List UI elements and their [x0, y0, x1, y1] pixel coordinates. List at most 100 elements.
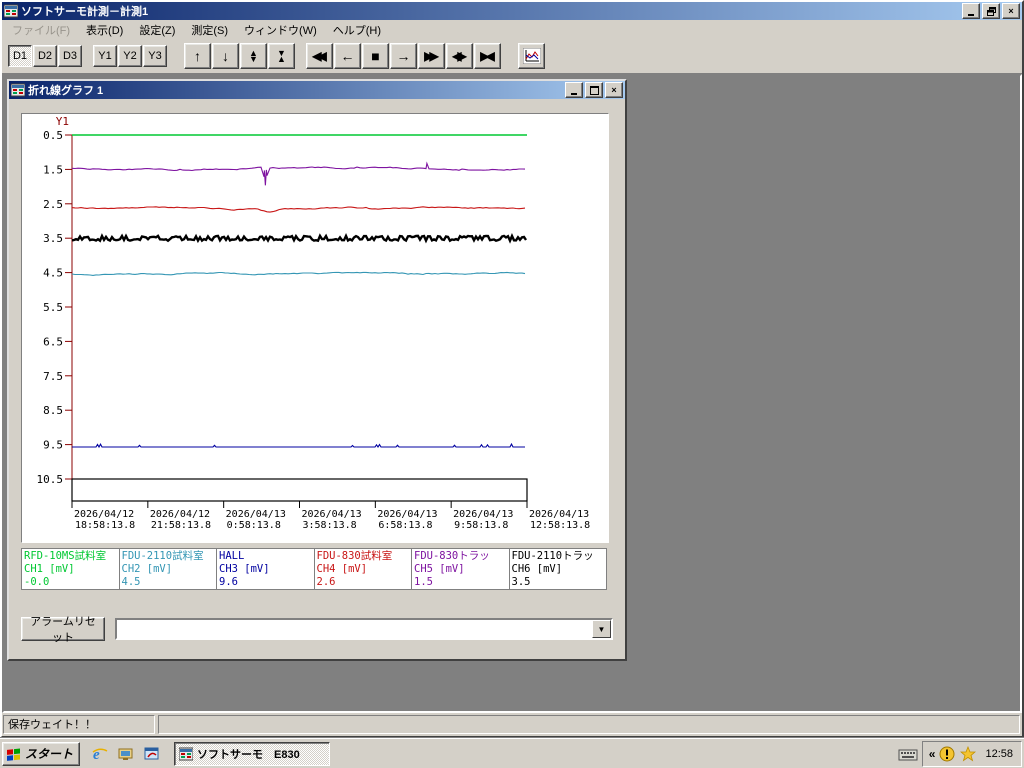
legend-cell-ch5: FDU-830トラッ CH5 [mV] 1.5	[411, 549, 509, 589]
shrink-horizontal-icon: ▶◀	[480, 49, 495, 63]
graph-close-button[interactable]: ×	[605, 82, 623, 98]
menu-view[interactable]: 表示(D)	[78, 20, 131, 40]
statusbar: 保存ウェイト！！	[2, 713, 1022, 736]
minimize-button[interactable]	[962, 3, 980, 19]
graph-window: 折れ線グラフ 1 × Y1 0.5 1.5 2.5 3.5 4.5 5.5 6.5 7.5 8.5…	[7, 79, 627, 661]
mdi-client-area: 折れ線グラフ 1 × Y1 0.5 1.5 2.5 3.5 4.5 5.5 6.5 7.5 8.5…	[2, 74, 1022, 713]
legend-cell-ch1: RFD-10MS試料室 CH1 [mV] -0.0	[24, 550, 107, 588]
svg-text:2.5: 2.5	[43, 198, 63, 211]
start-button[interactable]: スタート	[2, 741, 81, 766]
svg-text:6:58:13.8: 6:58:13.8	[378, 520, 432, 531]
app-icon	[4, 4, 18, 18]
task-app-icon	[179, 747, 194, 760]
step-forward-button[interactable]: →	[390, 43, 417, 69]
channel-legend: RFD-10MS試料室 CH1 [mV] -0.0 FDU-2110試料室 CH2 […	[21, 548, 607, 590]
fast-back-button[interactable]: ◀◀	[306, 43, 333, 69]
start-label: スタート	[25, 747, 74, 761]
security-alert-icon[interactable]	[939, 746, 955, 762]
y2-button[interactable]: Y2	[118, 45, 142, 67]
graph-close-icon: ×	[611, 84, 617, 95]
close-icon: ×	[1008, 5, 1014, 16]
close-button[interactable]: ×	[1002, 3, 1020, 19]
svg-text:6.5: 6.5	[43, 335, 63, 348]
scroll-down-icon: ↓	[222, 48, 229, 64]
svg-text:Y1: Y1	[56, 115, 69, 128]
menu-window[interactable]: ウィンドウ(W)	[236, 20, 325, 40]
svg-text:0:58:13.8: 0:58:13.8	[227, 520, 281, 531]
svg-text:2026/04/13: 2026/04/13	[226, 509, 286, 520]
quick-launch: e	[90, 744, 162, 764]
svg-text:1.5: 1.5	[43, 163, 63, 176]
taskbar: スタート e ソフトサーモ E830 « 12:58	[0, 738, 1024, 768]
menu-help[interactable]: ヘルプ(H)	[325, 20, 389, 40]
svg-text:7.5: 7.5	[43, 370, 63, 383]
tray-expand-chevron[interactable]: «	[929, 747, 936, 761]
stop-icon: ■	[371, 48, 380, 64]
y3-button[interactable]: Y3	[143, 45, 167, 67]
status-panel-2	[158, 714, 1020, 734]
expand-horizontal-icon: ◀▶	[452, 49, 467, 63]
svg-text:21:58:13.8: 21:58:13.8	[151, 520, 211, 531]
legend-cell-ch4: FDU-830試料室 CH4 [mV] 2.6	[313, 549, 412, 589]
menu-measure[interactable]: 測定(S)	[183, 20, 236, 40]
alarm-combobox-value[interactable]	[117, 620, 592, 638]
svg-text:18:58:13.8: 18:58:13.8	[75, 520, 135, 531]
screen: ソフトサーモ計測－計測1 × ファイル(F) 表示(D) 設定(Z) 測定(S)…	[0, 0, 1024, 768]
graph-minimize-button[interactable]	[565, 82, 583, 98]
system-tray: « 12:58	[921, 740, 1022, 767]
step-back-button[interactable]: ←	[334, 43, 361, 69]
main-titlebar[interactable]: ソフトサーモ計測－計測1 ×	[2, 2, 1022, 20]
star-icon[interactable]	[960, 745, 977, 762]
keyboard-icon[interactable]	[898, 747, 918, 761]
alarm-combobox[interactable]: ▼	[115, 618, 613, 640]
scroll-up-icon: ↑	[194, 48, 201, 64]
fast-forward-icon: ▶▶	[424, 49, 439, 63]
restore-button[interactable]	[982, 3, 1000, 19]
scroll-down-button[interactable]: ↓	[212, 43, 239, 69]
line-chart: Y10.5 1.5 2.5 3.5 4.5 5.5 6.5 7.5 8.5 9.5 10.5 2026…	[37, 115, 591, 531]
alarm-reset-button[interactable]: アラームリセット	[21, 616, 105, 644]
graph-view-button[interactable]	[518, 43, 545, 69]
legend-cell-ch6: FDU-2110トラッ CH6 [mV] 3.5	[508, 549, 607, 589]
svg-text:12:58:13.8: 12:58:13.8	[530, 520, 590, 531]
svg-text:3:58:13.8: 3:58:13.8	[303, 520, 357, 531]
fast-back-icon: ◀◀	[312, 49, 327, 63]
y1-button[interactable]: Y1	[93, 45, 117, 67]
d1-button[interactable]: D1	[8, 45, 32, 67]
d3-button[interactable]: D3	[58, 45, 82, 67]
menu-file[interactable]: ファイル(F)	[4, 20, 78, 40]
expand-vertical-icon: ▲ ▼	[249, 48, 258, 64]
internet-explorer-icon[interactable]: e	[90, 744, 110, 764]
step-back-icon: ←	[340, 48, 355, 64]
shrink-horizontal-button[interactable]: ▶◀	[474, 43, 501, 69]
legend-cell-ch3: HALL CH3 [mV] 9.6	[216, 549, 314, 589]
graph-maximize-button[interactable]	[585, 82, 603, 98]
stop-button[interactable]: ■	[362, 43, 389, 69]
alarm-row: アラームリセット ▼	[21, 616, 613, 644]
channels-icon[interactable]	[142, 744, 162, 764]
svg-text:2026/04/13: 2026/04/13	[377, 509, 437, 520]
menubar: ファイル(F) 表示(D) 設定(Z) 測定(S) ウィンドウ(W) ヘルプ(H…	[2, 20, 1022, 39]
taskbar-clock[interactable]: 12:58	[981, 748, 1013, 760]
graph-window-title: 折れ線グラフ 1	[28, 85, 104, 97]
status-message: 保存ウェイト！！	[3, 714, 155, 734]
shrink-vertical-button[interactable]: ▼ ▲	[268, 43, 295, 69]
scroll-up-button[interactable]: ↑	[184, 43, 211, 69]
d2-button[interactable]: D2	[33, 45, 57, 67]
combobox-dropdown-button[interactable]: ▼	[592, 620, 611, 638]
fast-forward-button[interactable]: ▶▶	[418, 43, 445, 69]
svg-text:10.5: 10.5	[37, 473, 64, 486]
svg-text:2026/04/13: 2026/04/13	[302, 509, 362, 520]
graph-window-icon	[11, 83, 25, 97]
taskbar-item-softthermo[interactable]: ソフトサーモ E830	[174, 741, 331, 766]
step-forward-icon: →	[396, 48, 411, 64]
toolbar: D1 D2 D3 Y1 Y2 Y3 ↑ ↓ ▲ ▼ ▼ ▲ ◀◀ ← ■ → ▶…	[2, 39, 1022, 74]
svg-text:3.5: 3.5	[43, 232, 63, 245]
show-desktop-icon[interactable]	[116, 744, 136, 764]
graph-minimize-icon	[571, 92, 577, 95]
menu-settings[interactable]: 設定(Z)	[131, 20, 183, 40]
expand-vertical-button[interactable]: ▲ ▼	[240, 43, 267, 69]
expand-horizontal-button[interactable]: ◀▶	[446, 43, 473, 69]
shrink-vertical-icon: ▼ ▲	[277, 48, 286, 64]
graph-titlebar[interactable]: 折れ線グラフ 1 ×	[9, 81, 625, 99]
